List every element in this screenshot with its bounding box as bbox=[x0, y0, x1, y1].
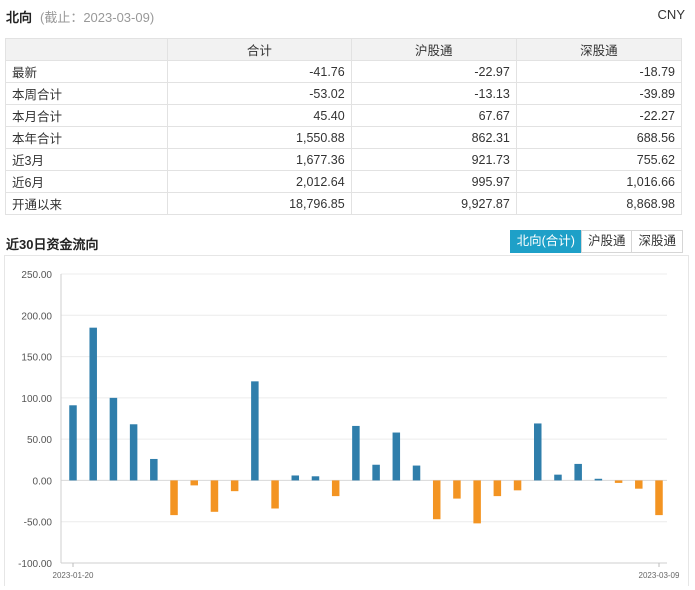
y-tick-label: 150.00 bbox=[21, 353, 52, 364]
row-label: 本年合计 bbox=[5, 126, 168, 149]
bar bbox=[614, 480, 623, 483]
y-tick-label: -50.00 bbox=[24, 518, 53, 529]
table-row: 本月合计 45.40 67.67 -22.27 bbox=[5, 104, 683, 127]
table-row: 最新 -41.76 -22.97 -18.79 bbox=[5, 60, 683, 83]
x-start-label: 2023-01-20 bbox=[53, 571, 94, 580]
table-row: 本年合计 1,550.88 862.31 688.56 bbox=[5, 126, 683, 149]
flow-bar-chart: 250.00 200.00 150.00 100.00 50.00 0.00 -50.00 -… bbox=[18, 270, 680, 580]
bar bbox=[230, 480, 239, 492]
tab-northbound-total[interactable]: 北向(合计) bbox=[509, 230, 582, 253]
bar bbox=[513, 480, 522, 491]
y-tick-label: 200.00 bbox=[21, 311, 52, 322]
flow-summary-table: 合计 沪股通 深股通 最新 -41.76 -22.97 -18.79 本周合计 … bbox=[5, 38, 683, 215]
column-header: 沪股通 bbox=[350, 38, 517, 61]
bar bbox=[594, 478, 603, 481]
bar bbox=[554, 474, 562, 481]
bar bbox=[190, 480, 198, 486]
bar bbox=[109, 397, 118, 481]
column-header: 合计 bbox=[167, 38, 352, 61]
table-row: 本周合计 -53.02 -13.13 -39.89 bbox=[5, 82, 683, 105]
column-header: 深股通 bbox=[515, 38, 683, 61]
cell-total: 18,796.85 bbox=[167, 192, 352, 215]
bar bbox=[331, 480, 340, 497]
bar bbox=[251, 381, 259, 481]
cell-sz: 1,016.66 bbox=[515, 170, 683, 193]
bar bbox=[412, 465, 421, 481]
bar bbox=[89, 327, 97, 481]
column-header bbox=[5, 38, 168, 61]
cell-sz: -22.27 bbox=[515, 104, 683, 127]
bar bbox=[534, 423, 542, 481]
bar bbox=[69, 405, 77, 481]
cell-sh: 9,927.87 bbox=[350, 192, 517, 215]
currency-label: CNY bbox=[657, 7, 685, 22]
bar bbox=[170, 480, 178, 516]
bar bbox=[311, 476, 320, 481]
tab-shenzhen-connect[interactable]: 深股通 bbox=[631, 230, 683, 253]
y-tick-label: 100.00 bbox=[21, 394, 52, 405]
bar bbox=[372, 464, 380, 481]
cell-sz: 8,868.98 bbox=[515, 192, 683, 215]
bar bbox=[210, 480, 219, 512]
bar bbox=[635, 480, 643, 489]
bar bbox=[432, 480, 441, 520]
row-label: 开通以来 bbox=[5, 192, 168, 215]
bar bbox=[129, 424, 138, 481]
cell-total: 1,677.36 bbox=[167, 148, 352, 171]
cell-sh: 67.67 bbox=[350, 104, 517, 127]
cell-sh: -13.13 bbox=[350, 82, 517, 105]
tab-shanghai-connect[interactable]: 沪股通 bbox=[580, 230, 633, 253]
as-of-date: (截止：2023-03-09) bbox=[40, 10, 155, 25]
section-title: 近30日资金流向 bbox=[6, 237, 99, 252]
cell-total: -41.76 bbox=[167, 60, 352, 83]
bar bbox=[493, 480, 502, 497]
row-label: 近6月 bbox=[5, 170, 168, 193]
cell-sh: 995.97 bbox=[350, 170, 517, 193]
cell-total: -53.02 bbox=[167, 82, 352, 105]
y-tick-label: -100.00 bbox=[18, 559, 52, 570]
table-header-row: 合计 沪股通 深股通 bbox=[5, 38, 683, 61]
table-row: 开通以来 18,796.85 9,927.87 8,868.98 bbox=[5, 192, 683, 215]
y-tick-label: 250.00 bbox=[21, 270, 52, 281]
cell-sz: -39.89 bbox=[515, 82, 683, 105]
row-label: 本周合计 bbox=[5, 82, 168, 105]
bar bbox=[150, 458, 158, 481]
flow-tabs: 北向(合计) 沪股通 深股通 bbox=[509, 230, 683, 253]
cell-total: 1,550.88 bbox=[167, 126, 352, 149]
cell-total: 45.40 bbox=[167, 104, 352, 127]
header: 北向 (截止：2023-03-09) CNY bbox=[6, 5, 689, 25]
bar bbox=[392, 432, 401, 481]
bar bbox=[271, 480, 279, 509]
bar bbox=[352, 425, 360, 481]
bar bbox=[473, 480, 481, 524]
table-row: 近3月 1,677.36 921.73 755.62 bbox=[5, 148, 683, 171]
cell-sz: -18.79 bbox=[515, 60, 683, 83]
cell-sh: 862.31 bbox=[350, 126, 517, 149]
bar bbox=[655, 480, 663, 516]
row-label: 最新 bbox=[5, 60, 168, 83]
page-title: 北向 bbox=[6, 10, 33, 25]
cell-sh: -22.97 bbox=[350, 60, 517, 83]
cell-sh: 921.73 bbox=[350, 148, 517, 171]
cell-sz: 688.56 bbox=[515, 126, 683, 149]
cell-sz: 755.62 bbox=[515, 148, 683, 171]
bar bbox=[291, 475, 300, 481]
row-label: 本月合计 bbox=[5, 104, 168, 127]
cell-total: 2,012.64 bbox=[167, 170, 352, 193]
bar bbox=[453, 480, 461, 499]
bar bbox=[574, 463, 582, 481]
x-end-label: 2023-03-09 bbox=[639, 571, 680, 580]
y-tick-label: 50.00 bbox=[27, 435, 52, 446]
row-label: 近3月 bbox=[5, 148, 168, 171]
table-row: 近6月 2,012.64 995.97 1,016.66 bbox=[5, 170, 683, 193]
y-tick-label: 0.00 bbox=[33, 476, 53, 487]
chart-panel: 250.00 200.00 150.00 100.00 50.00 0.00 -50.00 -… bbox=[4, 255, 689, 586]
